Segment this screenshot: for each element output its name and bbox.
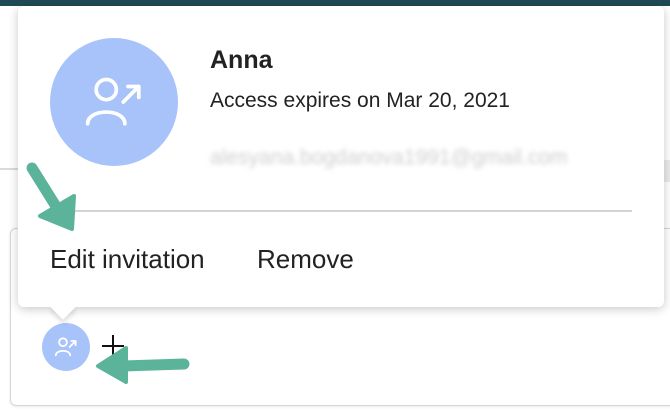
person-arrow-icon [54,337,77,357]
member-avatar-large [50,38,178,166]
access-expiry-text: Access expires on Mar 20, 2021 [210,89,510,112]
edit-invitation-button[interactable]: Edit invitation [48,244,207,275]
member-email: alesyana.bogdanova1991@gmail.com [210,146,568,169]
green-arrow-icon [96,346,190,384]
member-avatar-button[interactable] [42,323,90,371]
green-arrow-icon [26,162,76,231]
member-popover: Anna Access expires on Mar 20, 2021 ales… [18,6,664,307]
popover-divider [50,210,632,212]
member-name: Anna [210,46,273,74]
person-arrow-icon [85,77,141,126]
remove-button[interactable]: Remove [255,244,356,275]
